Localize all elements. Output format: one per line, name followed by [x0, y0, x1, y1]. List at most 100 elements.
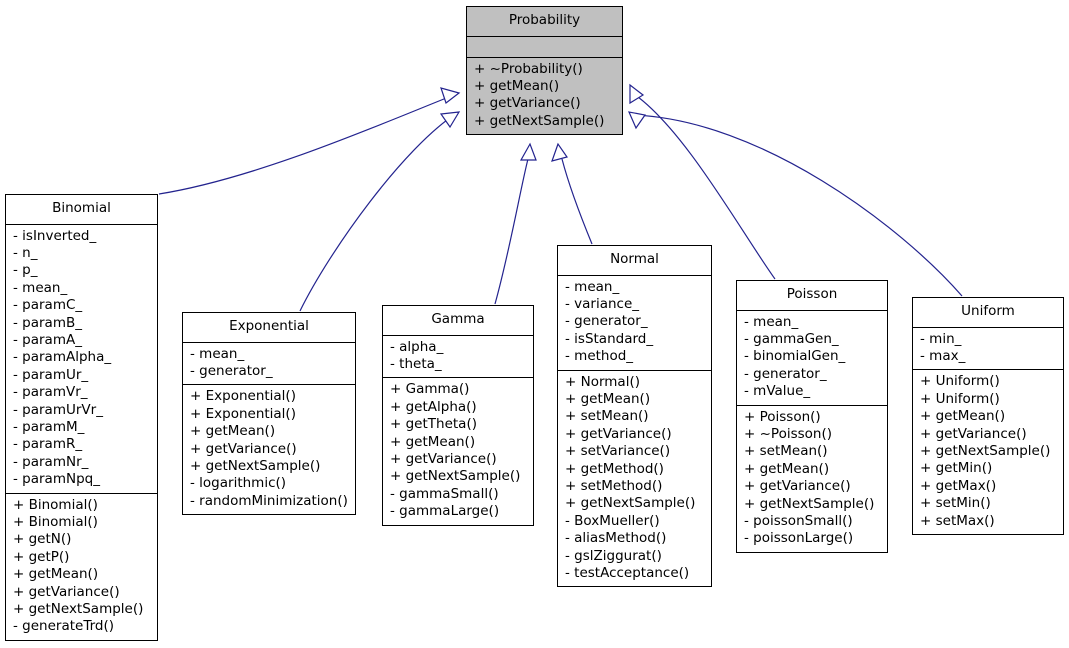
methods-section-poisson: + Poisson() + ~Poisson() + setMean() + getM… — [737, 405, 887, 552]
method-row: + Binomial() — [13, 496, 98, 513]
class-name-exponential: Exponential — [183, 313, 355, 343]
attribute-row: - paramM_ — [13, 418, 85, 435]
method-row: + getVariance() — [565, 425, 672, 442]
generalization-arrowhead-icon — [519, 142, 537, 161]
generalization-line — [494, 158, 529, 305]
attribute-row: - generator_ — [565, 313, 648, 330]
attribute-row: - generator_ — [744, 365, 827, 382]
generalization-line — [561, 158, 593, 245]
class-name-gamma: Gamma — [383, 306, 533, 336]
method-row: - gslZiggurat() — [565, 547, 662, 564]
methods-section-uniform: + Uniform() + Uniform() + getMean() + getVa… — [913, 370, 1063, 534]
attributes-section-poisson: - mean_ - gammaGen_ - binomialGen_ - genera… — [737, 310, 887, 406]
attribute-row: - p_ — [13, 262, 38, 279]
method-row: + ~Probability() — [474, 60, 583, 77]
method-row: + getP() — [13, 548, 70, 565]
methods-section-normal: + Normal() + getMean() + setMean() + getVar… — [558, 370, 711, 587]
method-row: + getMean() — [190, 423, 276, 440]
method-row: - poissonLarge() — [744, 530, 854, 547]
method-row: + Poisson() — [744, 408, 821, 425]
method-row: - BoxMueller() — [565, 512, 660, 529]
method-row: + setMean() — [565, 408, 649, 425]
edge-gamma — [494, 142, 537, 305]
attribute-row: - paramAlpha_ — [13, 349, 112, 366]
method-row: + getNextSample() — [390, 468, 521, 485]
attribute-row: - generator_ — [190, 362, 273, 379]
methods-section-gamma: + Gamma() + getAlpha() + getTheta() + getMe… — [383, 378, 533, 525]
attribute-row: - paramA_ — [13, 331, 82, 348]
method-row: + getVariance() — [920, 425, 1027, 442]
class-box-uniform[interactable]: Uniform - min_ - max_ + Uniform() + Uniform(… — [912, 297, 1064, 535]
method-row: - logarithmic() — [190, 475, 287, 492]
attributes-section-binomial: - isInverted_ - n_ - p_ - mean_ - paramC_ - p… — [6, 224, 157, 494]
method-row: + getMethod() — [565, 460, 664, 477]
class-name-probability: Probability — [467, 7, 622, 37]
class-box-poisson[interactable]: Poisson - mean_ - gammaGen_ - binomialGen_ -… — [736, 280, 888, 553]
method-row: + setMean() — [744, 443, 828, 460]
attribute-row: - n_ — [13, 244, 38, 261]
method-row: - testAcceptance() — [565, 565, 690, 581]
method-row: + Exponential() — [190, 405, 296, 422]
method-row: + Gamma() — [390, 381, 470, 398]
method-row: + getTheta() — [390, 416, 477, 433]
generalization-arrowhead-icon — [551, 142, 568, 162]
attribute-row: - min_ — [920, 330, 962, 347]
attribute-row: - binomialGen_ — [744, 348, 846, 365]
attribute-row: - mean_ — [190, 345, 245, 362]
method-row: + setVariance() — [565, 443, 671, 460]
class-box-gamma[interactable]: Gamma - alpha_ - theta_ + Gamma() + getAlpha… — [382, 305, 534, 526]
method-row: + getAlpha() — [390, 398, 477, 415]
method-row: + Normal() — [565, 373, 640, 390]
method-row: + getMax() — [920, 477, 997, 494]
class-box-binomial[interactable]: Binomial - isInverted_ - n_ - p_ - mean_ - pa… — [5, 194, 158, 641]
class-box-probability[interactable]: Probability + ~Probability() + getMean() + … — [466, 6, 623, 136]
method-row: + getMean() — [565, 390, 651, 407]
attribute-row: - max_ — [920, 347, 966, 364]
method-row: + Binomial() — [13, 514, 98, 530]
method-row: + getMean() — [920, 408, 1006, 425]
method-row: - generateTrd() — [13, 618, 114, 635]
method-row: + getVariance() — [474, 95, 581, 112]
attribute-row: - variance_ — [565, 295, 640, 312]
generalization-arrowhead-icon — [629, 83, 645, 105]
attributes-section-probability — [467, 36, 622, 58]
attribute-row: - paramC_ — [13, 297, 83, 314]
edge-exponential — [299, 111, 461, 312]
class-box-exponential[interactable]: Exponential - mean_ - generator_ + Exponent… — [182, 312, 356, 516]
generalization-arrowhead-icon — [440, 87, 461, 104]
attribute-row: - mean_ — [744, 313, 799, 330]
attribute-row: - paramUrVr_ — [13, 401, 103, 418]
method-row: + getMean() — [13, 566, 99, 583]
attribute-row: - gammaGen_ — [744, 330, 839, 347]
method-row: - gammaLarge() — [390, 503, 500, 520]
class-box-normal[interactable]: Normal - mean_ - variance_ - generator_ - is… — [557, 245, 712, 588]
method-row: + getNextSample() — [565, 495, 696, 512]
method-row: + getNextSample() — [190, 457, 321, 474]
attribute-row: - paramR_ — [13, 436, 83, 453]
method-row: + getMean() — [744, 460, 830, 477]
method-row: + getMean() — [474, 77, 560, 94]
attribute-row: - method_ — [565, 348, 634, 365]
method-row: + Uniform() — [920, 373, 1000, 390]
method-row: + getNextSample() — [13, 601, 144, 618]
method-row: + Exponential() — [190, 388, 296, 405]
method-row: + Uniform() — [920, 390, 1000, 407]
class-name-normal: Normal — [558, 246, 711, 276]
attribute-row: - mean_ — [13, 279, 68, 296]
class-name-uniform: Uniform — [913, 298, 1063, 328]
attribute-row: - paramNr_ — [13, 453, 89, 470]
method-row: + getMean() — [390, 433, 476, 450]
method-row: - gammaSmall() — [390, 485, 499, 502]
attribute-row: - paramUr_ — [13, 366, 89, 383]
attributes-section-gamma: - alpha_ - theta_ — [383, 335, 533, 379]
method-row: + ~Poisson() — [744, 425, 833, 442]
edge-binomial — [158, 87, 461, 195]
methods-section-probability: + ~Probability() + getMean() + getVariance… — [467, 57, 622, 135]
attribute-row: - mean_ — [565, 278, 620, 295]
method-row: + getNextSample() — [920, 442, 1051, 459]
method-row: + getVariance() — [390, 450, 497, 467]
method-row: - randomMinimization() — [190, 492, 348, 509]
method-row: + getNextSample() — [744, 495, 875, 512]
methods-section-binomial: + Binomial() + Binomial() + getN() + getP()… — [6, 493, 157, 640]
method-row: + getVariance() — [190, 440, 297, 457]
